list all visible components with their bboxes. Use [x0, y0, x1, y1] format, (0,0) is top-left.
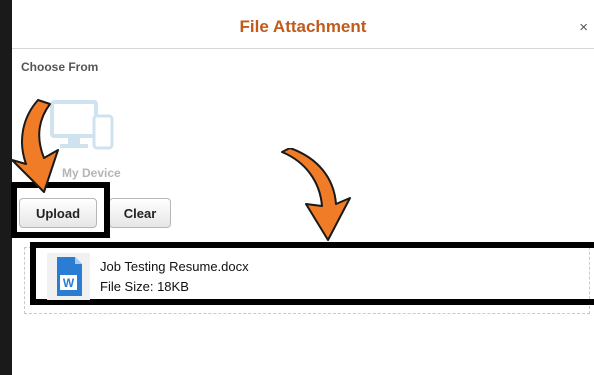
word-document-icon: W: [47, 253, 90, 300]
clear-button[interactable]: Clear: [109, 198, 171, 228]
arrow-to-upload-icon: [11, 99, 59, 193]
file-name: Job Testing Resume.docx: [100, 259, 249, 274]
dialog-title: File Attachment: [239, 17, 367, 36]
close-icon[interactable]: ×: [579, 20, 588, 35]
my-device-label[interactable]: My Device: [62, 166, 121, 180]
arrow-to-file-icon: [281, 148, 351, 241]
word-letter: W: [63, 276, 75, 290]
file-size: File Size: 18KB: [100, 279, 189, 294]
dialog-header: File Attachment ×: [12, 0, 594, 49]
choose-from-label: Choose From: [21, 60, 99, 74]
